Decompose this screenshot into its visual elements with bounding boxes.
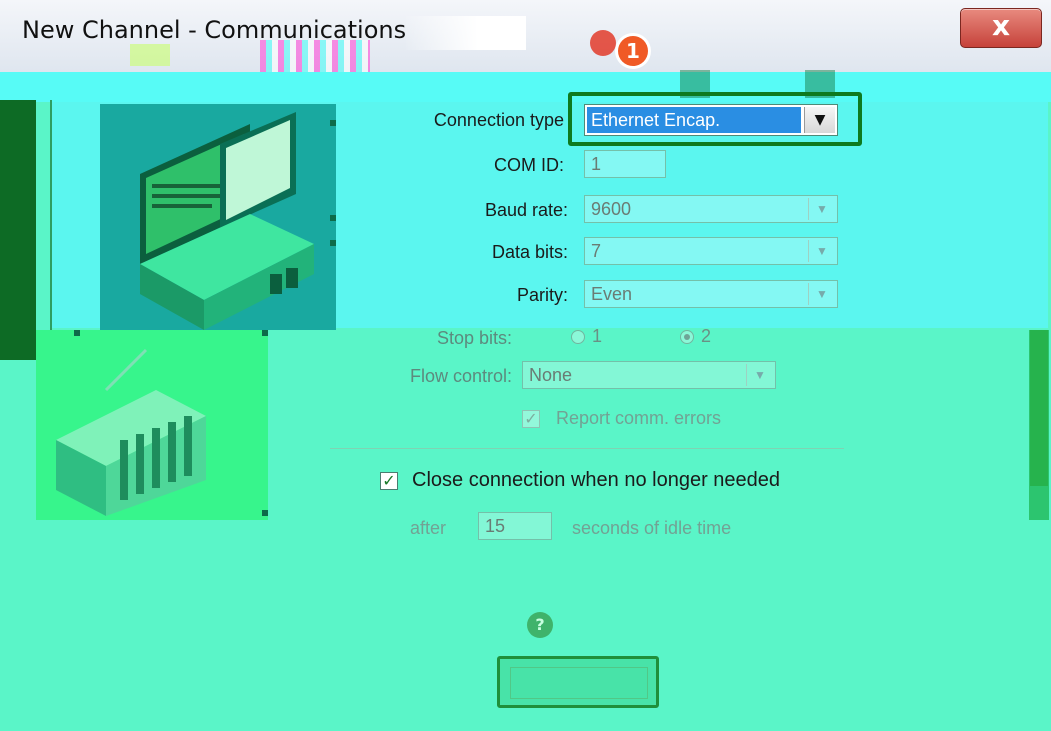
data-bits-value: 7 <box>591 241 602 261</box>
computer-illustration <box>100 104 336 330</box>
stop-bits-2-label: 2 <box>701 326 712 346</box>
idle-suffix: seconds of idle time <box>572 518 732 538</box>
close-connection-checkbox[interactable]: ✓ <box>380 472 398 490</box>
next-button[interactable] <box>497 656 659 708</box>
connection-type-value: Ethernet Encap. <box>587 107 801 133</box>
selection-handle <box>330 240 336 246</box>
report-errors-label: Report comm. errors <box>556 408 722 428</box>
chevron-down-icon: ▼ <box>808 283 835 305</box>
parity-value: Even <box>591 284 633 304</box>
idle-prefix: after <box>410 518 447 538</box>
badge-tip <box>590 30 616 56</box>
idle-time-value: 15 <box>485 516 506 536</box>
scrollbar-thumb[interactable] <box>1030 330 1048 486</box>
chevron-down-icon: ▼ <box>808 240 835 262</box>
connection-type-select[interactable]: Ethernet Encap. ▼ <box>584 104 838 136</box>
selection-handle <box>74 330 80 336</box>
stop-bits-2-radio[interactable] <box>680 330 694 344</box>
parity-select[interactable]: Even ▼ <box>584 280 838 308</box>
com-id-field[interactable]: 1 <box>584 150 666 178</box>
selection-handle <box>330 215 336 221</box>
report-errors-checkbox[interactable]: ✓ <box>522 410 540 428</box>
close-connection-label: Close connection when no longer needed <box>412 469 781 491</box>
section-divider <box>330 448 844 449</box>
data-bits-select[interactable]: 7 ▼ <box>584 237 838 265</box>
baud-rate-select[interactable]: 9600 ▼ <box>584 195 838 223</box>
plc-illustration <box>36 330 268 520</box>
close-button[interactable]: x <box>960 8 1042 48</box>
close-icon: x <box>991 9 1011 42</box>
step-badge: 1 <box>618 36 648 66</box>
artifact <box>260 40 370 72</box>
com-id-label: COM ID: <box>494 155 564 175</box>
com-id-value: 1 <box>591 154 602 174</box>
chevron-down-icon: ▼ <box>746 364 773 386</box>
selection-handle <box>262 330 268 336</box>
stop-bits-1-radio[interactable] <box>571 330 585 344</box>
selection-handle <box>330 120 336 126</box>
flow-control-label: Flow control: <box>409 366 512 386</box>
next-button-inner <box>510 667 648 699</box>
flow-control-select[interactable]: None ▼ <box>522 361 776 389</box>
header-band <box>0 72 1051 102</box>
baud-rate-label: Baud rate: <box>484 200 568 220</box>
chevron-down-icon: ▼ <box>808 198 835 220</box>
idle-time-field[interactable]: 15 <box>478 512 552 540</box>
stop-bits-label: Stop bits: <box>436 328 512 348</box>
baud-rate-value: 9600 <box>591 199 632 219</box>
help-icon: ? <box>527 612 553 638</box>
chevron-down-icon[interactable]: ▼ <box>804 107 835 133</box>
artifact <box>130 44 170 66</box>
connection-type-label: Connection type <box>433 110 564 130</box>
data-bits-label: Data bits: <box>491 242 568 262</box>
selection-handle <box>262 510 268 516</box>
stop-bits-1-label: 1 <box>592 326 603 346</box>
parity-label: Parity: <box>516 285 568 305</box>
flow-control-value: None <box>529 365 573 385</box>
left-edge <box>0 100 36 360</box>
left-divider <box>50 100 52 360</box>
